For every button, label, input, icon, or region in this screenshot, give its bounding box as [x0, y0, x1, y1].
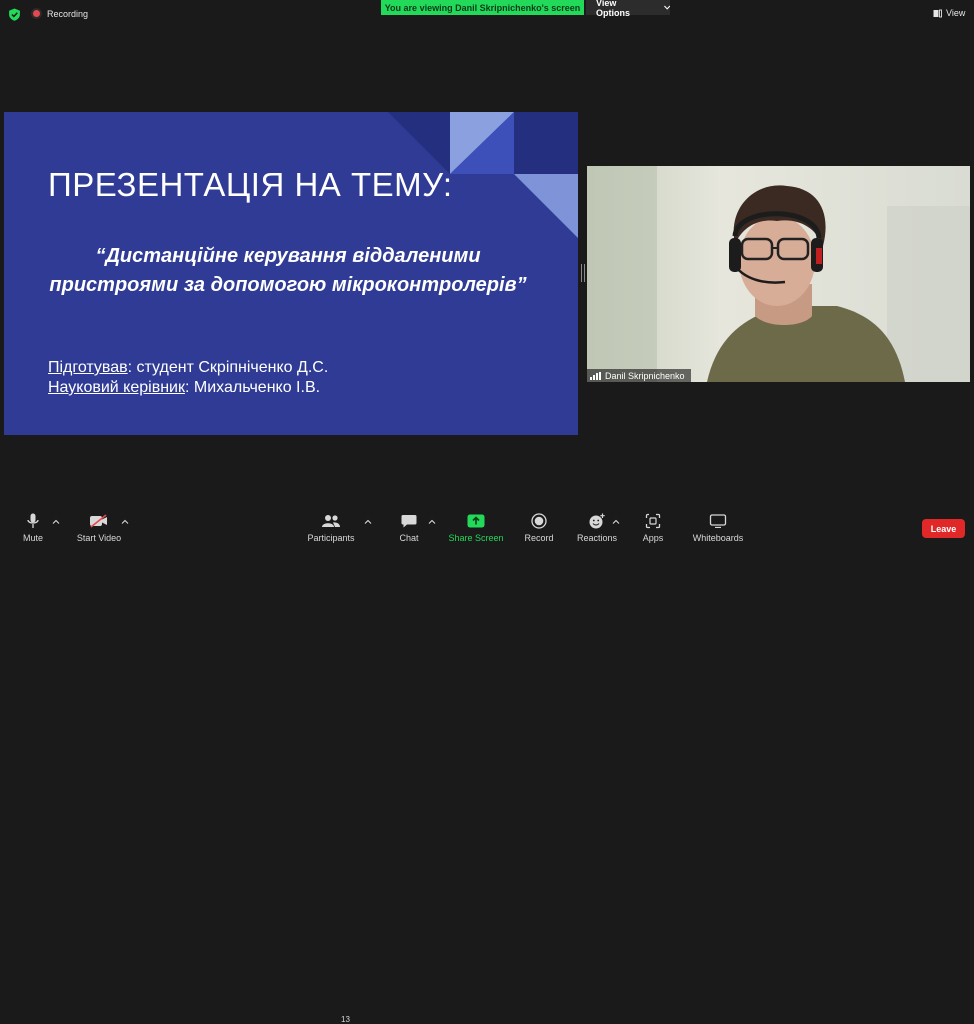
view-options-button[interactable]: View Options [586, 0, 670, 18]
view-button[interactable]: View [933, 8, 965, 18]
reactions-icon [587, 512, 607, 530]
view-icon [933, 9, 942, 17]
chat-icon [399, 512, 419, 530]
participant-name: Danil Skripnichenko [605, 370, 685, 381]
record-label: Record [524, 533, 554, 543]
signal-strength-icon [590, 371, 601, 380]
chat-options-caret-icon[interactable] [428, 518, 436, 526]
reactions-label: Reactions [576, 533, 618, 543]
slide-title: ПРЕЗЕНТАЦІЯ НА ТЕМУ: [48, 166, 453, 203]
participants-button[interactable]: Participants [305, 500, 357, 548]
recording-icon [31, 8, 42, 19]
supervisor-label: Науковий керівник [48, 379, 185, 396]
whiteboards-label: Whiteboards [692, 533, 744, 543]
participant-video-frame [587, 166, 970, 382]
apps-icon [643, 512, 663, 530]
reactions-options-caret-icon[interactable] [612, 518, 620, 526]
share-screen-label: Share Screen [448, 533, 504, 543]
start-video-button[interactable]: Start Video [74, 500, 124, 548]
participants-count-badge: 13 [341, 1015, 350, 1024]
microphone-icon [23, 512, 43, 530]
participants-icon [321, 512, 341, 530]
slide-supervisor: Науковий керівник: Михальченко І.В. [48, 379, 320, 397]
chat-label: Chat [399, 533, 419, 543]
participants-options-caret-icon[interactable] [364, 518, 372, 526]
supervisor-value: : Михальченко І.В. [184, 379, 321, 396]
share-screen-icon [466, 512, 486, 530]
shared-screen[interactable]: ПРЕЗЕНТАЦІЯ НА ТЕМУ: “Дистанційне керува… [4, 112, 578, 435]
participants-label: Participants [307, 533, 355, 543]
record-icon [529, 512, 549, 530]
participant-name-tag: Danil Skripnichenko [587, 369, 691, 382]
slide-subtitle: “Дистанційне керування віддаленими прист… [28, 242, 548, 300]
slide-subtitle-line-1: “Дистанційне керування віддаленими [95, 245, 481, 267]
viewing-banner: You are viewing Danil Skripnichenko's sc… [381, 0, 584, 15]
video-off-icon [89, 512, 109, 530]
prepared-by-label: Підготував [48, 359, 128, 376]
recording-label: Recording [47, 8, 89, 19]
start-video-label: Start Video [76, 533, 122, 543]
prepared-by-value: : студент Скріпніченко Д.С. [127, 359, 329, 376]
mute-options-caret-icon[interactable] [52, 518, 60, 526]
apps-label: Apps [642, 533, 664, 543]
record-button[interactable]: Record [522, 500, 556, 548]
mute-label: Mute [22, 533, 43, 543]
view-label: View [946, 8, 966, 18]
chevron-down-icon [663, 5, 670, 10]
share-screen-button[interactable]: Share Screen [448, 500, 504, 548]
split-divider-handle[interactable] [581, 264, 585, 282]
whiteboard-icon [708, 512, 728, 530]
mute-button[interactable]: Mute [18, 500, 48, 548]
chat-button[interactable]: Chat [394, 500, 424, 548]
leave-button[interactable]: Leave [922, 519, 965, 538]
top-bar: Recording You are viewing Danil Skripnic… [0, 0, 974, 28]
recording-indicator[interactable]: Recording [31, 8, 88, 19]
slide-prepared-by: Підготував: студент Скріпніченко Д.С. [48, 359, 328, 377]
meeting-toolbar: Mute Start Video Participants 13 Chat Sh… [0, 500, 974, 1024]
slide-subtitle-line-2: пристроями за допомогою мікроконтролерів… [49, 274, 527, 296]
apps-button[interactable]: Apps [638, 500, 668, 548]
shield-icon[interactable] [8, 8, 21, 21]
video-options-caret-icon[interactable] [121, 518, 129, 526]
view-options-label: View Options [596, 0, 630, 18]
participant-video-tile[interactable]: Danil Skripnichenko [587, 166, 970, 382]
whiteboards-button[interactable]: Whiteboards [690, 500, 746, 548]
